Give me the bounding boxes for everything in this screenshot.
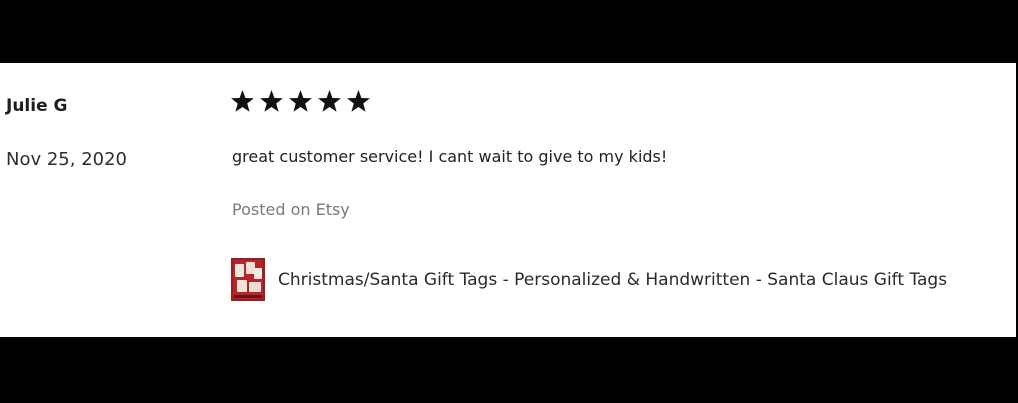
star-icon [231,90,254,112]
star-icon [347,90,370,112]
review-card: Julie G Nov 25, 2020 great customer serv… [0,63,1016,337]
review-date: Nov 25, 2020 [6,149,128,170]
top-black-bar [0,0,1018,63]
review-source: Posted on Etsy [232,200,350,219]
product-title[interactable]: Christmas/Santa Gift Tags - Personalized… [278,270,947,290]
product-link[interactable]: Christmas/Santa Gift Tags - Personalized… [231,258,947,301]
star-icon [260,90,283,112]
star-icon [318,90,341,112]
gift-tags-thumbnail-icon[interactable] [231,258,265,301]
review-text: great customer service! I cant wait to g… [232,147,668,166]
bottom-black-bar [0,337,1018,403]
star-rating [230,89,371,115]
star-icon [289,90,312,112]
reviewer-name: Julie G [6,96,68,116]
